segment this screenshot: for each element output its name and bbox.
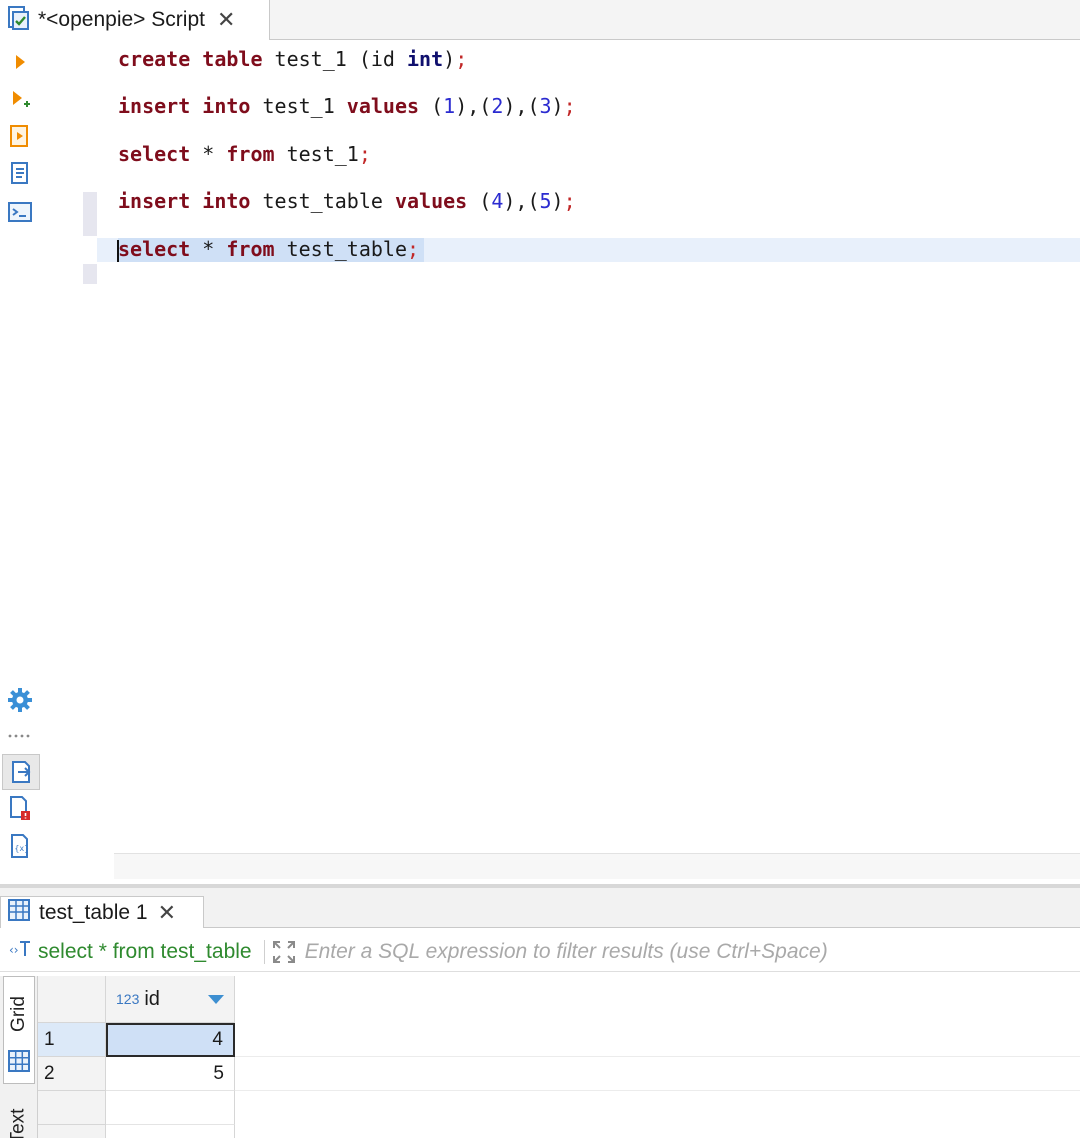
close-icon[interactable]: ✕ [158, 901, 176, 924]
tab-text[interactable]: Text [3, 1092, 35, 1138]
table-cell[interactable]: 4 [106, 1023, 235, 1057]
separator [263, 939, 265, 964]
text-caret [117, 240, 119, 262]
code-token-kw: into [202, 189, 251, 213]
code-token-kw: insert [118, 94, 191, 118]
code-token-kw: insert [118, 189, 191, 213]
row-number[interactable]: 2 [38, 1057, 106, 1091]
query-text[interactable]: ‹› select * from test_table [0, 932, 252, 971]
code-text: test_table [250, 189, 395, 213]
code-token-num: 3 [539, 94, 552, 118]
code-text: ( [467, 189, 492, 213]
code-line[interactable]: insert into test_table values (4),(5); [118, 188, 576, 214]
code-text: ),( [503, 189, 540, 213]
results-tab[interactable]: test_table 1 ✕ [0, 896, 204, 928]
column-header-id[interactable]: 123 id [106, 976, 235, 1023]
svg-text:‹›: ‹› [9, 943, 19, 957]
table-cell-empty [106, 1091, 235, 1125]
code-text: * [190, 237, 227, 261]
table-cell-empty [106, 1125, 235, 1138]
code-token-kw: table [202, 47, 263, 71]
row-number-empty [38, 1091, 106, 1125]
table-cell[interactable]: 5 [106, 1057, 235, 1091]
sort-arrow-icon[interactable] [208, 995, 224, 1004]
editor-tab-title: *<openpie> Script [38, 8, 205, 31]
code-line[interactable]: select * from test_table; [118, 236, 419, 262]
code-token-kw: values [346, 94, 420, 118]
code-text: test_1 [274, 142, 359, 166]
grid-icon [7, 1049, 31, 1078]
results-tab-title: test_table 1 [39, 900, 148, 924]
sql-script-icon [6, 4, 32, 37]
code-token-num: 2 [491, 94, 504, 118]
change-marker [83, 264, 97, 284]
table-corner[interactable] [38, 976, 106, 1023]
code-text: ( [419, 94, 444, 118]
sql-query-icon: ‹› [8, 938, 34, 965]
editor-tab-bar: *<openpie> Script ✕ [0, 0, 1080, 40]
change-marker [83, 192, 97, 236]
filter-bar: ‹› select * from test_table [0, 932, 1080, 972]
code-token-semi: ; [407, 237, 420, 261]
code-token-semi: ; [455, 47, 468, 71]
horizontal-scrollbar[interactable] [114, 853, 1080, 879]
numeric-type-icon: 123 [116, 991, 140, 1007]
table-grid-icon [7, 898, 31, 927]
code-token-kw: select [118, 237, 191, 261]
tab-grid[interactable]: Grid [3, 976, 35, 1084]
filter-input[interactable] [296, 932, 1080, 971]
row-number[interactable]: 1 [38, 1023, 106, 1057]
code-text: test_1 [250, 94, 347, 118]
code-text: * [190, 142, 227, 166]
code-line[interactable]: create table test_1 (id int); [118, 46, 467, 72]
code-token-kw: into [202, 94, 251, 118]
code-token-semi: ; [563, 189, 576, 213]
tab-text-label: Text [7, 1108, 29, 1138]
row-divider [235, 1090, 1080, 1091]
code-token-kw: values [394, 189, 468, 213]
code-text: ) [551, 94, 564, 118]
code-text: ) [551, 189, 564, 213]
code-text: test_table [274, 237, 407, 261]
code-token-kw: from [226, 237, 275, 261]
results-tab-bar: test_table 1 ✕ [0, 888, 1080, 928]
code-line[interactable]: insert into test_1 values (1),(2),(3); [118, 93, 576, 119]
row-divider [235, 1056, 1080, 1057]
row-number-empty [38, 1125, 106, 1138]
code-line[interactable]: select * from test_1; [118, 141, 371, 167]
code-token-num: 4 [491, 189, 504, 213]
code-token-kw: select [118, 142, 191, 166]
code-token-num: 1 [443, 94, 456, 118]
code-text: test_1 (id [262, 47, 408, 71]
code-token-semi: ; [563, 94, 576, 118]
sql-editor[interactable]: create table test_1 (id int); insert int… [0, 40, 1080, 855]
column-name: id [144, 987, 160, 1010]
expand-icon[interactable] [271, 939, 297, 965]
query-label: select * from test_table [38, 939, 252, 963]
code-text: ) [443, 47, 456, 71]
code-text: ),( [455, 94, 492, 118]
close-icon[interactable]: ✕ [217, 9, 235, 31]
code-token-num: 5 [539, 189, 552, 213]
code-token-kw: from [226, 142, 275, 166]
results-grid-area: Grid Text 123 id 1 4 2 5 [0, 976, 1080, 1138]
code-token-semi: ; [358, 142, 371, 166]
code-token-kw: create [118, 47, 191, 71]
tab-grid-label: Grid [8, 996, 29, 1032]
editor-tab-script[interactable]: *<openpie> Script ✕ [0, 0, 270, 40]
code-token-kw2: int [407, 47, 444, 71]
code-text: ),( [503, 94, 540, 118]
result-view-tabs: Grid Text [0, 976, 38, 1138]
